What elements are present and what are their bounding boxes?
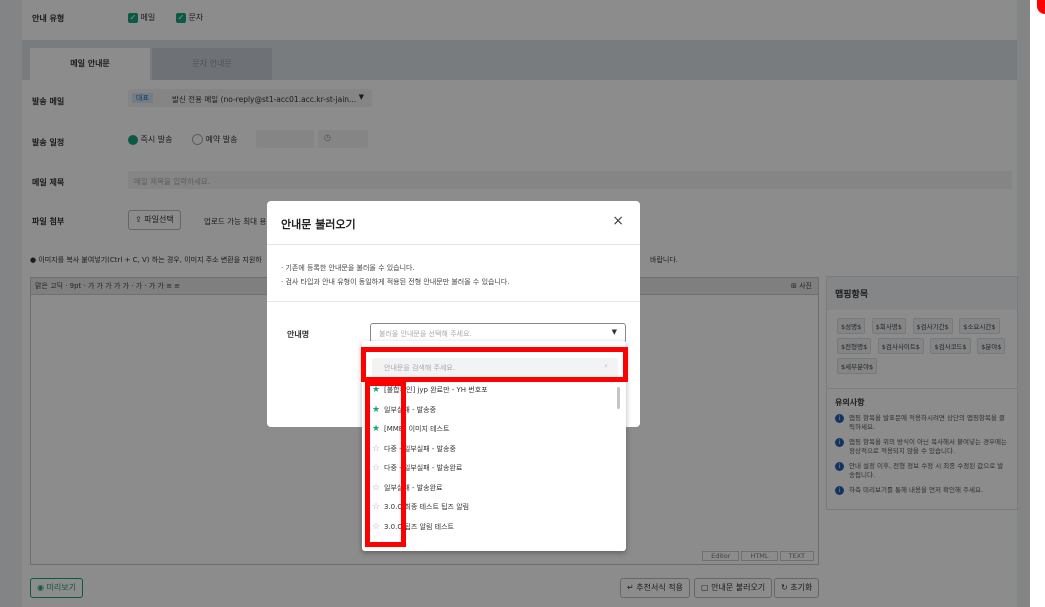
modal-title: 안내문 불러오기 [281, 218, 356, 231]
modal-desc-2: · 검사 타입과 안내 유형이 동일하게 적용된 전형 안내문만 불러올 수 있… [281, 278, 510, 286]
highlight-star-column [365, 381, 406, 547]
modal-divider [267, 244, 640, 245]
dropdown-scrollbar[interactable] [617, 387, 620, 409]
highlight-search-box [361, 347, 628, 382]
modal-desc-1: · 기존에 등록한 안내문을 불러올 수 있습니다. [281, 264, 415, 272]
window-edge [1030, 0, 1045, 607]
notice-select-placeholder: 불러올 안내문을 선택해 주세요. [379, 330, 472, 338]
modal-divider [267, 301, 640, 302]
chevron-down-icon: ▼ [611, 328, 617, 336]
close-icon[interactable]: × [612, 213, 624, 229]
notice-name-label: 안내명 [287, 330, 310, 339]
notice-select[interactable]: 불러올 안내문을 선택해 주세요. ▼ [370, 323, 626, 343]
